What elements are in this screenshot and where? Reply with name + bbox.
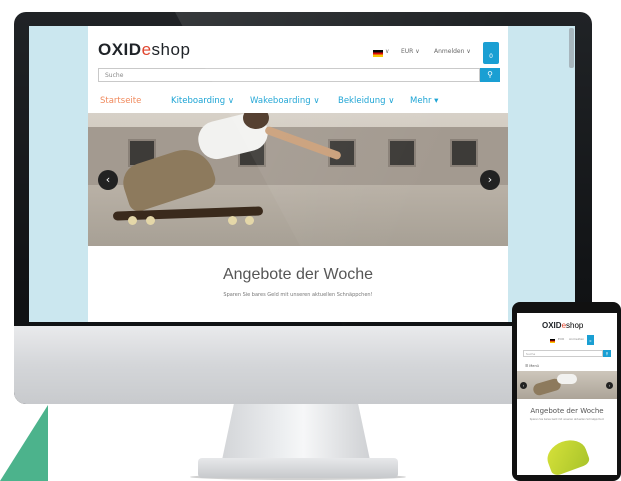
chevron-right-icon: ›: [608, 383, 611, 388]
decorative-corner-shape: [0, 405, 48, 481]
mobile-hero-slider[interactable]: ‹ ›: [517, 371, 617, 399]
mobile-language-flag-icon[interactable]: [550, 339, 555, 343]
search-button[interactable]: ⚲: [480, 68, 500, 82]
mobile-menu-label: Menü: [529, 364, 539, 368]
mobile-shop-logo[interactable]: OXIDeshop: [542, 321, 583, 330]
monitor-stand-base: [198, 458, 398, 478]
nav-item-mehr[interactable]: Mehr ▾: [410, 96, 438, 106]
nav-item-startseite[interactable]: Startseite: [100, 96, 141, 106]
login-label: Anmelden: [434, 48, 465, 55]
chevron-left-icon: ‹: [522, 383, 525, 388]
mobile-menu-toggle[interactable]: ☰ Menü: [525, 364, 539, 368]
skateboard-wheel: [228, 216, 237, 225]
slider-next-button[interactable]: ›: [480, 170, 500, 190]
logo-shop: shop: [566, 321, 584, 330]
language-flag-icon[interactable]: [373, 50, 383, 57]
nav-item-wakeboarding[interactable]: Wakeboarding ∨: [250, 96, 320, 106]
search-icon: ⚲: [487, 70, 493, 79]
cart-button[interactable]: 0: [483, 42, 499, 64]
chevron-down-icon: ∨: [313, 96, 320, 106]
logo-shop: shop: [151, 40, 191, 59]
caret-down-icon: ▾: [434, 96, 439, 106]
chevron-left-icon: ‹: [105, 173, 111, 186]
mobile-cart-button[interactable]: 0: [587, 335, 594, 345]
hero-window: [388, 139, 416, 167]
monitor-stand-neck: [222, 404, 370, 460]
offers-title: Angebote der Woche: [222, 266, 374, 283]
nav-label: Wakeboarding: [250, 96, 311, 106]
slider-prev-button[interactable]: ‹: [98, 170, 118, 190]
page-scrollbar[interactable]: [569, 28, 574, 68]
skateboard-wheel: [245, 216, 254, 225]
shop-logo[interactable]: OXIDeshop: [98, 40, 190, 60]
mobile-currency-dropdown[interactable]: EUR: [558, 337, 564, 341]
chevron-right-icon: ›: [487, 173, 493, 186]
nav-item-bekleidung[interactable]: Bekleidung ∨: [338, 96, 394, 106]
logo-oxid: OXID: [542, 321, 562, 330]
mobile-search-input[interactable]: Suche: [523, 350, 603, 357]
skater-torso: [557, 374, 577, 384]
hero-slider[interactable]: ‹ ›: [88, 113, 508, 246]
mobile-cart-count: 0: [589, 339, 592, 343]
mobile-offers-title: Angebote der Woche: [530, 407, 604, 415]
shop-page: OXIDeshop ∨ EUR ∨ Anmelden ∨ 0 Suche ⚲ S…: [88, 26, 508, 322]
hero-window: [450, 139, 478, 167]
mobile-slider-next-button[interactable]: ›: [606, 382, 613, 389]
monitor-chin: [14, 326, 592, 404]
phone-screen: OXIDeshop EUR Anmelden 0 Suche ⚲ ☰ Menü …: [517, 313, 617, 475]
login-dropdown[interactable]: Anmelden ∨: [434, 48, 471, 55]
currency-dropdown[interactable]: EUR ∨: [401, 48, 420, 55]
currency-label: EUR: [401, 48, 414, 55]
offers-subtitle: Sparen Sie bares Geld mit unseren aktuel…: [223, 292, 373, 298]
skateboard-wheel: [128, 216, 137, 225]
logo-e: e: [141, 40, 152, 59]
mobile-search-button[interactable]: ⚲: [603, 350, 611, 357]
search-input[interactable]: Suche: [98, 68, 480, 82]
nav-label: Kiteboarding: [171, 96, 226, 106]
cart-count: 0: [489, 53, 493, 60]
hamburger-icon: ☰: [525, 364, 529, 368]
nav-item-kiteboarding[interactable]: Kiteboarding ∨: [171, 96, 234, 106]
mobile-login-dropdown[interactable]: Anmelden: [569, 337, 584, 341]
chevron-down-icon: ∨: [388, 96, 395, 106]
logo-oxid: OXID: [98, 40, 142, 59]
chevron-down-icon: ∨: [227, 96, 235, 106]
search-icon: ⚲: [605, 351, 609, 356]
skateboard-wheel: [146, 216, 155, 225]
kite-product-image[interactable]: [543, 435, 591, 475]
nav-label: Mehr: [410, 96, 432, 106]
monitor-screen: OXIDeshop ∨ EUR ∨ Anmelden ∨ 0 Suche ⚲ S…: [29, 26, 575, 322]
mobile-slider-prev-button[interactable]: ‹: [520, 382, 527, 389]
nav-label: Bekleidung: [338, 96, 386, 106]
mobile-offers-subtitle: Sparen Sie bares Geld mit unseren aktuel…: [529, 418, 605, 421]
language-dropdown-caret[interactable]: ∨: [385, 48, 389, 55]
